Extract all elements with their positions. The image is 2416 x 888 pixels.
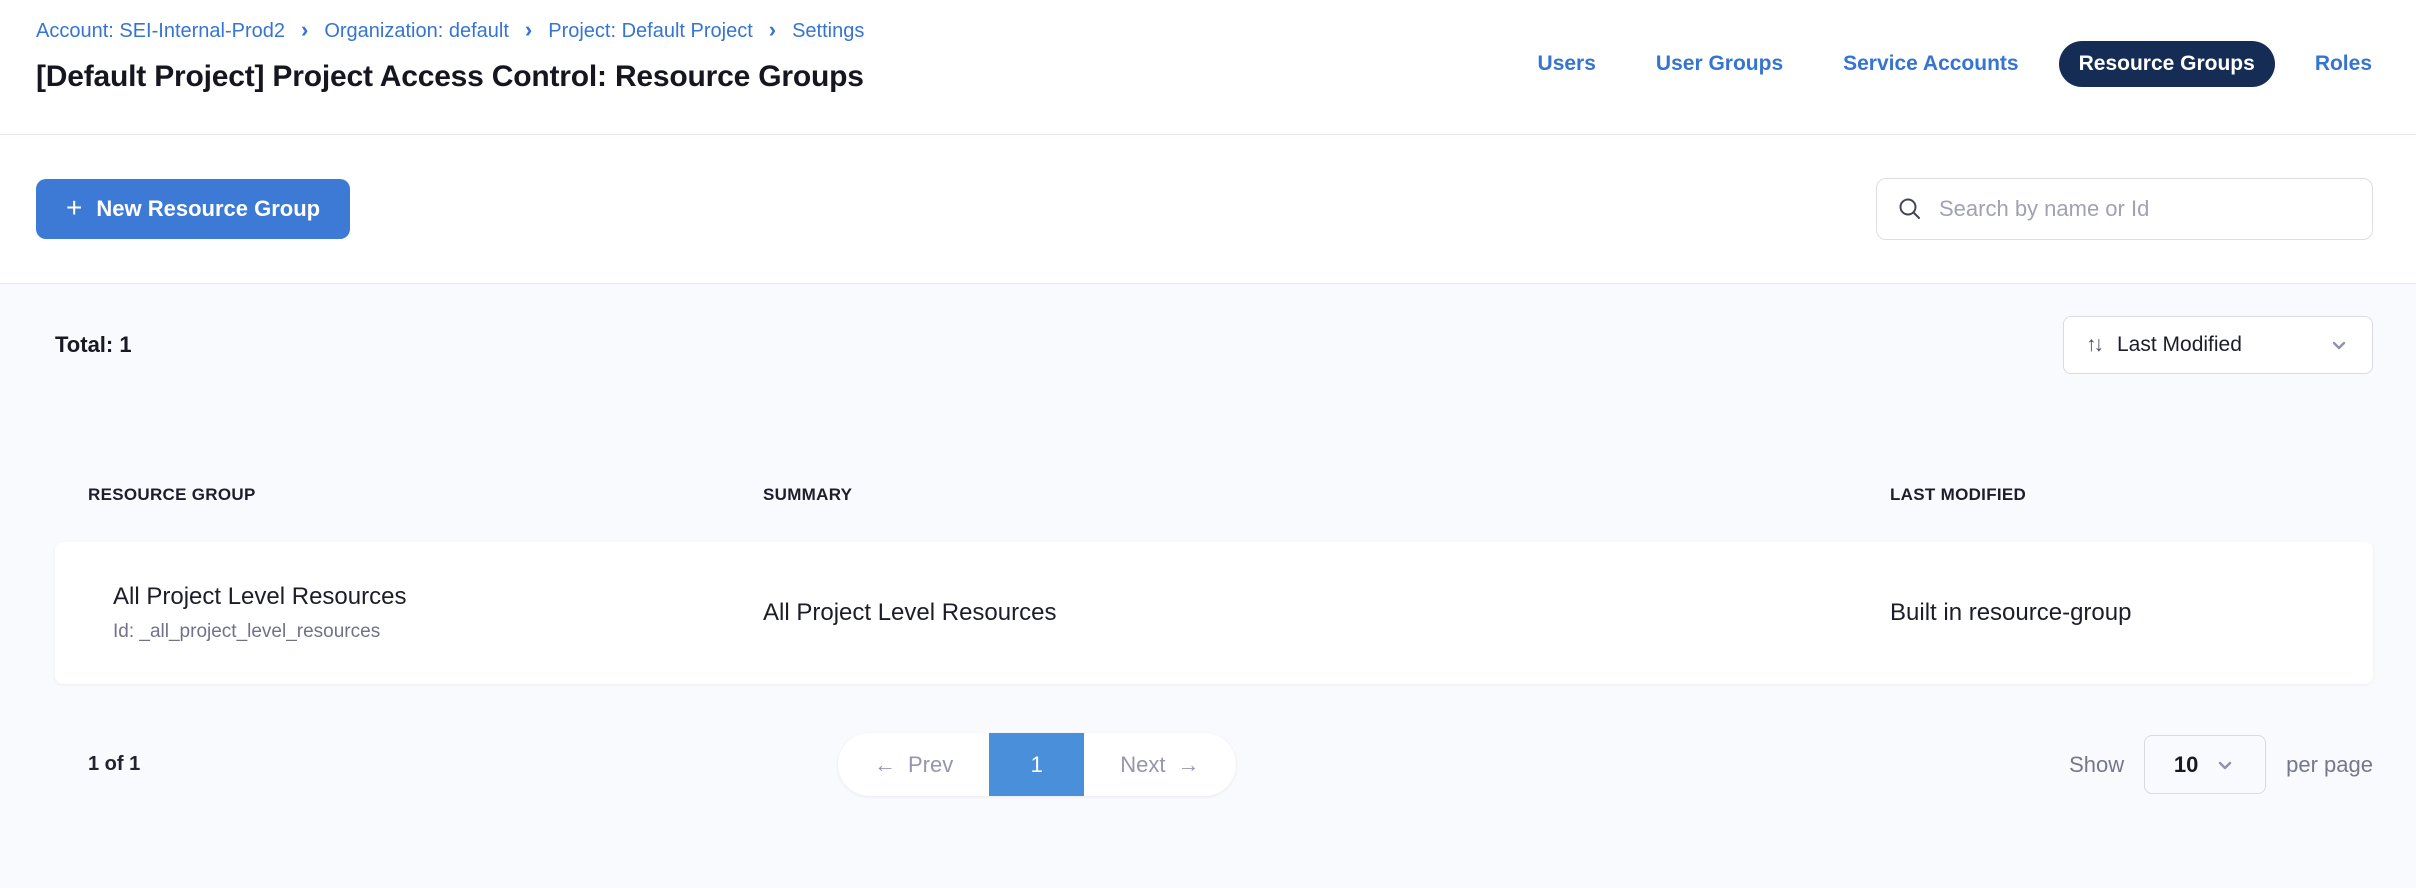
breadcrumb-organization-link[interactable]: Organization: default	[324, 18, 509, 44]
next-label: Next	[1120, 752, 1165, 778]
new-resource-group-label: New Resource Group	[96, 196, 320, 222]
access-control-tabs: Users User Groups Service Accounts Resou…	[1518, 40, 2392, 88]
sort-arrows-icon: ↑↓	[2086, 333, 2101, 357]
search-icon	[1897, 196, 1923, 222]
breadcrumb-settings-link[interactable]: Settings	[792, 18, 864, 44]
pagination-bar: 1 of 1 ← Prev 1 Next → Show 10	[55, 733, 2373, 796]
column-header-summary: SUMMARY	[763, 485, 1890, 505]
resource-groups-page: Account: SEI-Internal-Prod2 › Organizati…	[0, 0, 2416, 888]
total-count-label: Total: 1	[55, 332, 132, 358]
tab-user-groups[interactable]: User Groups	[1636, 41, 1803, 87]
last-modified-cell: Built in resource-group	[1890, 599, 2373, 627]
page-size-select[interactable]: 10	[2144, 735, 2266, 794]
breadcrumb-account-link[interactable]: Account: SEI-Internal-Prod2	[36, 18, 285, 44]
search-box	[1876, 178, 2373, 240]
page-title: [Default Project] Project Access Control…	[36, 60, 864, 94]
tab-resource-groups[interactable]: Resource Groups	[2059, 41, 2275, 87]
page-size-group: Show 10 per page	[2069, 735, 2373, 794]
sort-dropdown-value: Last Modified	[2117, 333, 2312, 357]
tab-service-accounts[interactable]: Service Accounts	[1823, 41, 2038, 87]
breadcrumb-separator-icon: ›	[301, 17, 308, 43]
page-range-label: 1 of 1	[55, 753, 140, 776]
toolbar: + New Resource Group	[0, 135, 2416, 283]
tab-roles[interactable]: Roles	[2295, 41, 2392, 87]
resource-group-id: Id: _all_project_level_resources	[113, 621, 763, 643]
breadcrumb: Account: SEI-Internal-Prod2 › Organizati…	[36, 18, 864, 44]
breadcrumb-separator-icon: ›	[525, 17, 532, 43]
summary-cell: All Project Level Resources	[763, 599, 1890, 627]
per-page-label: per page	[2286, 752, 2373, 778]
search-input[interactable]	[1939, 196, 2352, 222]
pager: ← Prev 1 Next →	[838, 733, 1236, 796]
table-row[interactable]: All Project Level Resources Id: _all_pro…	[55, 542, 2373, 684]
current-page-button[interactable]: 1	[989, 733, 1084, 796]
chevron-down-icon	[2214, 754, 2236, 776]
header-left: Account: SEI-Internal-Prod2 › Organizati…	[36, 18, 864, 134]
table-header-row: RESOURCE GROUP SUMMARY LAST MODIFIED	[55, 484, 2373, 506]
page-header: Account: SEI-Internal-Prod2 › Organizati…	[0, 0, 2416, 134]
breadcrumb-separator-icon: ›	[769, 17, 776, 43]
tab-users[interactable]: Users	[1518, 41, 1616, 87]
sort-dropdown[interactable]: ↑↓ Last Modified	[2063, 316, 2373, 374]
arrow-right-icon: →	[1178, 752, 1200, 778]
resource-group-list-section: Total: 1 ↑↓ Last Modified RESOURCE GROUP…	[0, 284, 2416, 888]
column-header-last-modified: LAST MODIFIED	[1890, 485, 2373, 505]
prev-label: Prev	[908, 752, 953, 778]
resource-group-name: All Project Level Resources	[113, 583, 763, 611]
resource-group-cell: All Project Level Resources Id: _all_pro…	[55, 583, 763, 643]
arrow-left-icon: ←	[874, 752, 896, 778]
new-resource-group-button[interactable]: + New Resource Group	[36, 179, 350, 239]
next-page-button[interactable]: Next →	[1084, 733, 1235, 796]
chevron-down-icon	[2328, 334, 2350, 356]
breadcrumb-project-link[interactable]: Project: Default Project	[548, 18, 753, 44]
list-controls: Total: 1 ↑↓ Last Modified	[55, 316, 2373, 374]
plus-icon: +	[66, 194, 82, 222]
prev-page-button[interactable]: ← Prev	[838, 733, 989, 796]
show-label: Show	[2069, 752, 2124, 778]
column-header-resource-group: RESOURCE GROUP	[55, 485, 763, 505]
page-size-value: 10	[2174, 752, 2198, 778]
